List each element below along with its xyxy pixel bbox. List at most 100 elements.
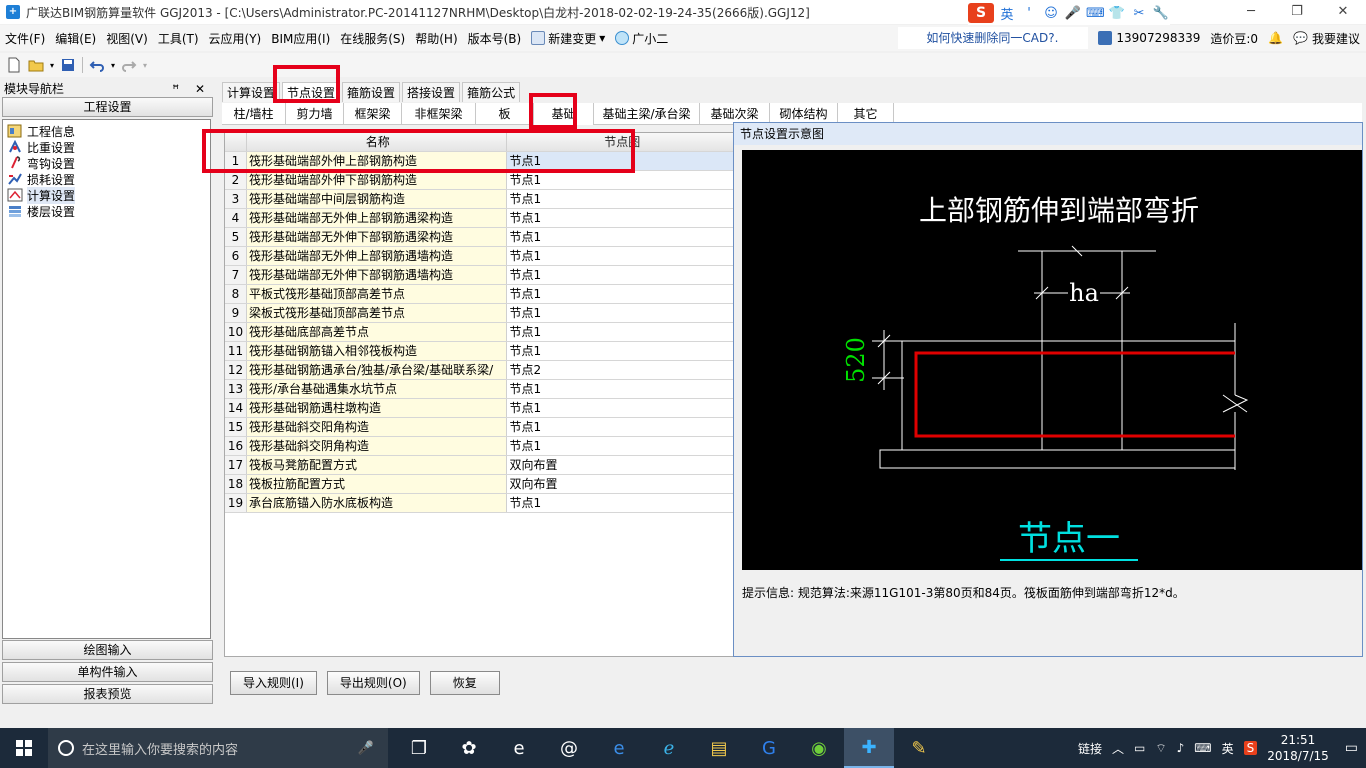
restore-button[interactable]: 恢复 <box>429 671 500 695</box>
ime-lang-toggle[interactable]: 英 <box>998 4 1016 23</box>
table-row[interactable]: 16 筏形基础斜交阴角构造 节点1 <box>225 437 735 456</box>
table-row[interactable]: 10 筏形基础底部高差节点 节点1 <box>225 323 735 342</box>
table-row[interactable]: 12 筏形基础钢筋遇承台/独基/承台梁/基础联系梁/节点2 <box>225 361 735 380</box>
undo-dropdown-icon[interactable]: ▾ <box>111 61 115 70</box>
table-row[interactable]: 17 筏板马凳筋配置方式 双向布置 <box>225 456 735 475</box>
ime-skin-icon[interactable]: 👕 <box>1108 6 1126 21</box>
row-node-value[interactable]: 节点1 <box>507 171 735 189</box>
suggest-link[interactable]: 💬 我要建议 <box>1293 30 1360 47</box>
row-node-value[interactable]: 节点1 <box>507 285 735 303</box>
tree-item-project-info[interactable]: 工程信息 <box>3 123 210 139</box>
row-node-value[interactable]: 节点1 <box>507 323 735 341</box>
row-node-value[interactable]: 节点1 <box>507 247 735 265</box>
table-row[interactable]: 7 筏形基础端部无外伸下部钢筋遇墙构造 节点1 <box>225 266 735 285</box>
ggj-app-icon[interactable]: ✚ <box>844 728 894 768</box>
export-rules-button[interactable]: 导出规则(O) <box>326 671 420 695</box>
ime-tools-icon[interactable]: ✂ <box>1130 6 1148 21</box>
fan-app-icon[interactable]: ✿ <box>444 728 494 768</box>
restore-button[interactable]: ❐ <box>1274 0 1320 24</box>
ime-keyboard-icon[interactable]: ⌨ <box>1086 6 1105 21</box>
tab-shear-wall[interactable]: 剪力墙 <box>286 103 344 125</box>
menu-cloud[interactable]: 云应用(Y) <box>204 30 267 47</box>
table-row[interactable]: 8 平板式筏形基础顶部高差节点 节点1 <box>225 285 735 304</box>
row-node-value[interactable]: 节点1 <box>507 342 735 360</box>
menu-version[interactable]: 版本号(B) <box>463 30 527 47</box>
tree-item-calc[interactable]: 计算设置 <box>3 186 210 204</box>
table-row[interactable]: 3 筏形基础端部中间层钢筋构造 节点1 <box>225 190 735 209</box>
row-node-value[interactable]: 节点1 <box>507 418 735 436</box>
row-node-value[interactable]: 节点1 <box>507 190 735 208</box>
menu-file[interactable]: 文件(F) <box>0 30 50 47</box>
tab-stirrup-settings[interactable]: 箍筋设置 <box>342 82 401 102</box>
redo-icon[interactable] <box>121 57 137 73</box>
table-row[interactable]: 5 筏形基础端部无外伸下部钢筋遇梁构造 节点1 <box>225 228 735 247</box>
notes-app-icon[interactable]: ✎ <box>894 728 944 768</box>
xiaoer-menu[interactable]: 广小二 <box>610 30 673 47</box>
tab-lap-settings[interactable]: 搭接设置 <box>402 82 461 102</box>
open-folder-icon[interactable] <box>28 57 44 73</box>
menu-edit[interactable]: 编辑(E) <box>50 30 101 47</box>
minimize-button[interactable]: ─ <box>1228 0 1274 24</box>
row-node-value[interactable]: 节点1 <box>507 399 735 417</box>
ime-voice-icon[interactable]: 🎤 <box>1064 6 1082 21</box>
table-row[interactable]: 15 筏形基础斜交阳角构造 节点1 <box>225 418 735 437</box>
table-row[interactable]: 14 筏形基础钢筋遇柱墩构造 节点1 <box>225 399 735 418</box>
tab-foundation-main-beam[interactable]: 基础主梁/承台梁 <box>594 103 700 125</box>
tree-item-weight[interactable]: 比重设置 <box>3 139 210 155</box>
row-node-value[interactable]: 节点1 <box>507 209 735 227</box>
redo-dropdown-icon[interactable]: ▾ <box>143 61 147 70</box>
taskbar-search[interactable]: 在这里输入你要搜索的内容 🎤 <box>48 728 388 768</box>
sogou-ime-icon[interactable]: S <box>968 3 994 23</box>
row-node-value[interactable]: 双向布置 <box>507 475 735 493</box>
table-row[interactable]: 13 筏形/承台基础遇集水坑节点 节点1 <box>225 380 735 399</box>
green-app-icon[interactable]: ◉ <box>794 728 844 768</box>
tray-lang[interactable]: 英 <box>1222 740 1234 757</box>
table-row[interactable]: 2 筏形基础端部外伸下部钢筋构造 节点1 <box>225 171 735 190</box>
tab-frame-beam[interactable]: 框架梁 <box>344 103 402 125</box>
tree-item-floor[interactable]: 楼层设置 <box>3 203 210 219</box>
save-icon[interactable] <box>60 57 76 73</box>
table-row[interactable]: 9 梁板式筏形基础顶部高差节点 节点1 <box>225 304 735 323</box>
nav-pin-close-buttons[interactable]: ꟸ ✕ <box>172 81 211 97</box>
menu-online[interactable]: 在线服务(S) <box>335 30 410 47</box>
row-node-value[interactable]: 节点1 <box>507 266 735 284</box>
import-rules-button[interactable]: 导入规则(I) <box>230 671 317 695</box>
row-node-value[interactable]: 节点2 <box>507 361 735 379</box>
drawing-input-section[interactable]: 绘图输入 <box>2 640 213 660</box>
notification-icon[interactable]: ▭ <box>1345 740 1358 756</box>
ime-emoji-icon[interactable]: ☺ <box>1042 6 1060 21</box>
report-preview-section[interactable]: 报表预览 <box>2 684 213 704</box>
spiral-app-icon[interactable]: @ <box>544 728 594 768</box>
ime-punct-icon[interactable]: ' <box>1020 6 1038 21</box>
open-dropdown-icon[interactable]: ▾ <box>50 61 54 70</box>
microphone-icon[interactable]: 🎤 <box>358 741 374 756</box>
row-node-value[interactable]: 节点1 <box>507 494 735 512</box>
tab-calc-settings[interactable]: 计算设置 <box>222 82 281 102</box>
new-file-icon[interactable] <box>6 57 22 73</box>
row-node-value[interactable]: 节点1 <box>507 228 735 246</box>
cad-help-link[interactable]: 如何快速删除同一CAD?. <box>898 27 1089 49</box>
row-node-value[interactable]: 节点1 <box>507 380 735 398</box>
tray-links[interactable]: 链接 <box>1078 740 1102 757</box>
volume-icon[interactable]: ♪ <box>1177 741 1185 755</box>
menu-bim[interactable]: BIM应用(I) <box>266 30 335 47</box>
ie-icon[interactable]: ℯ <box>644 728 694 768</box>
tab-slab[interactable]: 板 <box>476 103 534 125</box>
row-node-value[interactable]: 节点1 <box>507 437 735 455</box>
task-view-icon[interactable]: ❐ <box>394 728 444 768</box>
row-node-value[interactable]: 节点1 <box>507 304 735 322</box>
menu-help[interactable]: 帮助(H) <box>410 30 462 47</box>
network-icon[interactable]: ⌔ <box>1155 741 1166 756</box>
table-row[interactable]: 19 承台底筋锚入防水底板构造 节点1 <box>225 494 735 513</box>
bell-icon[interactable]: 🔔 <box>1268 31 1283 45</box>
tab-column[interactable]: 柱/墙柱 <box>222 103 286 125</box>
table-row[interactable]: 4 筏形基础端部无外伸上部钢筋遇梁构造 节点1 <box>225 209 735 228</box>
battery-icon[interactable]: ▭ <box>1134 741 1145 755</box>
tab-nonframe-beam[interactable]: 非框架梁 <box>402 103 476 125</box>
tray-expand-icon[interactable]: ︿ <box>1112 740 1124 757</box>
table-row[interactable]: 6 筏形基础端部无外伸上部钢筋遇墙构造 节点1 <box>225 247 735 266</box>
edge-browser-icon[interactable]: e <box>594 728 644 768</box>
row-node-value[interactable]: 双向布置 <box>507 456 735 474</box>
clock[interactable]: 21:51 2018/7/15 <box>1267 732 1329 764</box>
ime-settings-icon[interactable]: 🔧 <box>1152 6 1170 21</box>
